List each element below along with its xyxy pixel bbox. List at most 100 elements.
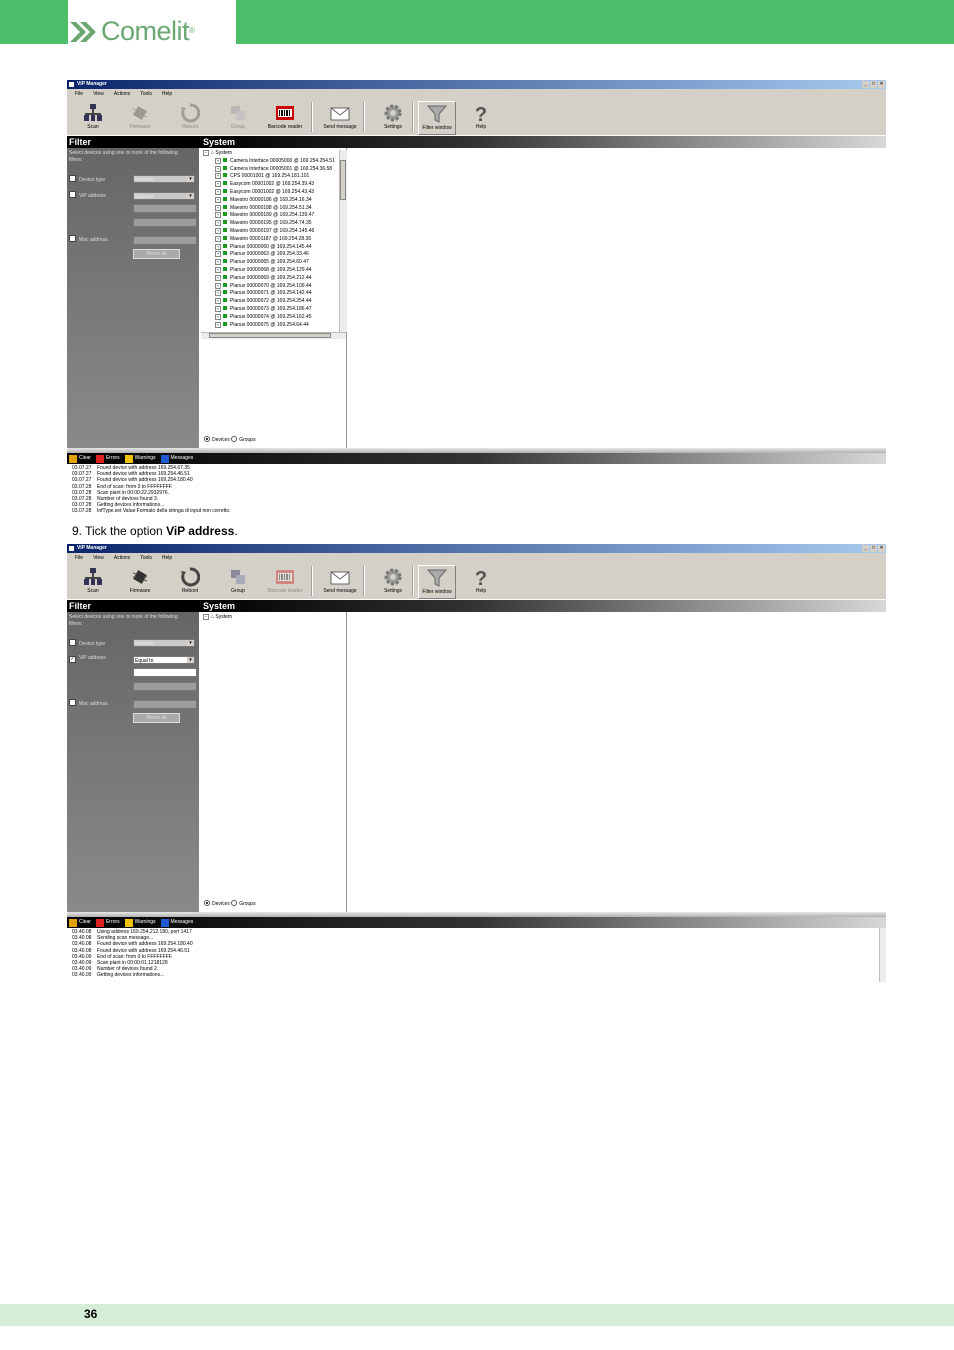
expand-icon[interactable]: + <box>215 274 221 281</box>
mac-address-field[interactable] <box>133 236 197 245</box>
vip-address-select[interactable]: Equal to ▾ <box>133 192 195 200</box>
expand-icon[interactable]: + <box>215 282 221 289</box>
menu-item-tools[interactable]: Tools <box>140 89 152 99</box>
tree-vertical-scrollbar[interactable] <box>339 150 347 332</box>
toolbar-filter-window-button[interactable]: Filter window <box>418 565 456 599</box>
log-tab-clear[interactable]: Clear <box>69 917 91 928</box>
toolbar-send-message-button[interactable]: Send message <box>322 101 358 133</box>
tree-node-device[interactable]: + Planux 00000063 @ 169.254.33.46 <box>203 251 342 259</box>
tree-node-device[interactable]: + Planux 00000065 @ 169.254.60.47 <box>203 259 342 267</box>
tree-node-device[interactable]: + Maestro 00000197 @ 169.254.145.46 <box>203 227 342 236</box>
mac-address-checkbox[interactable] <box>69 699 76 706</box>
menu-item-view[interactable]: View <box>93 89 104 99</box>
close-button[interactable]: × <box>878 545 885 552</box>
device-type-checkbox[interactable] <box>69 175 76 182</box>
expand-icon[interactable]: + <box>215 157 221 164</box>
expand-icon[interactable]: + <box>215 321 221 328</box>
toolbar-reboot-button[interactable]: Reboot <box>172 565 208 597</box>
reset-all-button[interactable]: Reset all <box>133 249 180 259</box>
vip-address-checkbox[interactable] <box>69 191 76 198</box>
toolbar-help-button[interactable]: ? Help <box>463 101 499 133</box>
expand-icon[interactable]: + <box>215 251 221 258</box>
close-button[interactable]: × <box>878 81 885 88</box>
maximize-button[interactable]: □ <box>870 81 877 88</box>
tree-node-device[interactable]: + Planux 00000075 @ 169.254.64.44 <box>203 321 342 330</box>
minimize-button[interactable]: _ <box>862 545 869 552</box>
vip-address-select[interactable]: Equal to ▾ <box>133 656 195 664</box>
menu-item-help[interactable]: Help <box>162 553 172 563</box>
vip-address-field-2[interactable] <box>133 218 197 227</box>
expand-icon[interactable]: + <box>215 305 221 312</box>
toolbar-scan-button[interactable]: Scan <box>75 101 111 133</box>
groups-radio[interactable] <box>231 900 238 906</box>
toolbar-firmware-button[interactable]: Firmware <box>122 565 158 597</box>
toolbar-scan-button[interactable]: Scan <box>75 565 111 597</box>
maximize-button[interactable]: □ <box>870 545 877 552</box>
expand-icon[interactable]: + <box>215 259 221 266</box>
menu-item-file[interactable]: File <box>75 553 83 563</box>
expand-icon[interactable]: + <box>215 235 221 242</box>
tree-node-device[interactable]: + Planux 00000074 @ 169.254.162.45 <box>203 313 342 322</box>
tree-node-device[interactable]: + CPS 00001001 @ 169.254.181.101 <box>203 173 342 181</box>
tree-node-device[interactable]: + Planux 00000060 @ 169.254.145.44 <box>203 243 342 252</box>
mac-address-field[interactable] <box>133 700 197 709</box>
tree-node-device[interactable]: + Easycom 00001002 @ 169.254.43.43 <box>203 188 342 197</box>
tree-node-device[interactable]: + Easycom 00001002 @ 169.254.39.43 <box>203 181 342 189</box>
toolbar-firmware-button[interactable]: Firmware <box>122 101 158 133</box>
tree-node-device[interactable]: + Planux 00000073 @ 169.254.186.47 <box>203 305 342 314</box>
collapse-icon[interactable]: − <box>203 614 209 620</box>
vip-address-checkbox[interactable]: ✓ <box>69 656 76 663</box>
devices-radio[interactable] <box>204 436 210 442</box>
toolbar-settings-button[interactable]: Settings <box>375 565 411 597</box>
expand-icon[interactable]: + <box>215 181 221 188</box>
expand-icon[interactable]: + <box>215 227 221 234</box>
toolbar-settings-button[interactable]: Settings <box>375 101 411 133</box>
device-type-checkbox[interactable] <box>69 639 76 646</box>
expand-icon[interactable]: + <box>215 165 221 172</box>
tree-node-device[interactable]: + Camera Interface 00005000 @ 169.254.254… <box>203 157 342 166</box>
tree-node-device[interactable]: + Planux 00000071 @ 169.254.142.44 <box>203 290 342 298</box>
expand-icon[interactable]: + <box>215 196 221 203</box>
vip-address-field-1[interactable] <box>133 204 197 213</box>
toolbar-barcode-reader-button[interactable]: Barcode reader <box>267 101 303 133</box>
expand-icon[interactable]: + <box>215 243 221 250</box>
expand-icon[interactable]: + <box>215 204 221 211</box>
reset-all-button[interactable]: Reset all <box>133 713 180 723</box>
expand-icon[interactable]: + <box>215 266 221 273</box>
toolbar-reboot-button[interactable]: Reboot <box>172 101 208 133</box>
mac-address-checkbox[interactable] <box>69 235 76 242</box>
menu-item-help[interactable]: Help <box>162 89 172 99</box>
menu-item-tools[interactable]: Tools <box>140 553 152 563</box>
device-type-select[interactable]: Maestro ▾ <box>133 639 195 647</box>
expand-icon[interactable]: + <box>215 173 221 180</box>
log-tab-messages[interactable]: Messages <box>160 917 193 928</box>
tree-node-device[interactable]: + Planux 00000070 @ 169.254.109.44 <box>203 282 342 291</box>
toolbar-send-message-button[interactable]: Send message <box>322 565 358 597</box>
menu-item-view[interactable]: View <box>93 553 104 563</box>
tree-root[interactable]: − ⌂ System <box>203 614 342 622</box>
scroll-thumb[interactable] <box>340 160 346 200</box>
toolbar-group-button[interactable]: Group <box>220 101 256 133</box>
vip-address-field-1[interactable] <box>133 668 197 677</box>
toolbar-group-button[interactable]: Group <box>220 565 256 597</box>
tree-node-device[interactable]: + Maestro 00000186 @ 169.254.16.34 <box>203 196 342 205</box>
toolbar-barcode-reader-button[interactable]: Barcode reader <box>267 565 303 597</box>
menu-item-file[interactable]: File <box>75 89 83 99</box>
expand-icon[interactable]: + <box>215 212 221 219</box>
tree-node-device[interactable]: + Maestro 00000188 @ 169.254.51.34 <box>203 204 342 213</box>
tree-node-device[interactable]: + Maestro 00000189 @ 169.254.139.47 <box>203 212 342 220</box>
expand-icon[interactable]: + <box>215 220 221 227</box>
expand-icon[interactable]: + <box>215 313 221 320</box>
tree-node-device[interactable]: + Planux 00000068 @ 169.254.129.44 <box>203 266 342 275</box>
scroll-thumb[interactable] <box>209 333 331 338</box>
tree-horizontal-scrollbar[interactable] <box>201 332 346 339</box>
log-tab-clear[interactable]: Clear <box>69 453 91 464</box>
vip-address-field-2[interactable] <box>133 682 197 691</box>
toolbar-help-button[interactable]: ? Help <box>463 565 499 597</box>
tree-node-device[interactable]: + Planux 00000072 @ 169.254.254.44 <box>203 298 342 306</box>
expand-icon[interactable]: + <box>215 290 221 297</box>
expand-icon[interactable]: + <box>215 188 221 195</box>
log-tab-errors[interactable]: Errors <box>95 917 120 928</box>
log-tab-warnings[interactable]: Warnings <box>124 453 156 464</box>
tree-node-device[interactable]: + Maestro 00000195 @ 169.254.74.35 <box>203 220 342 228</box>
